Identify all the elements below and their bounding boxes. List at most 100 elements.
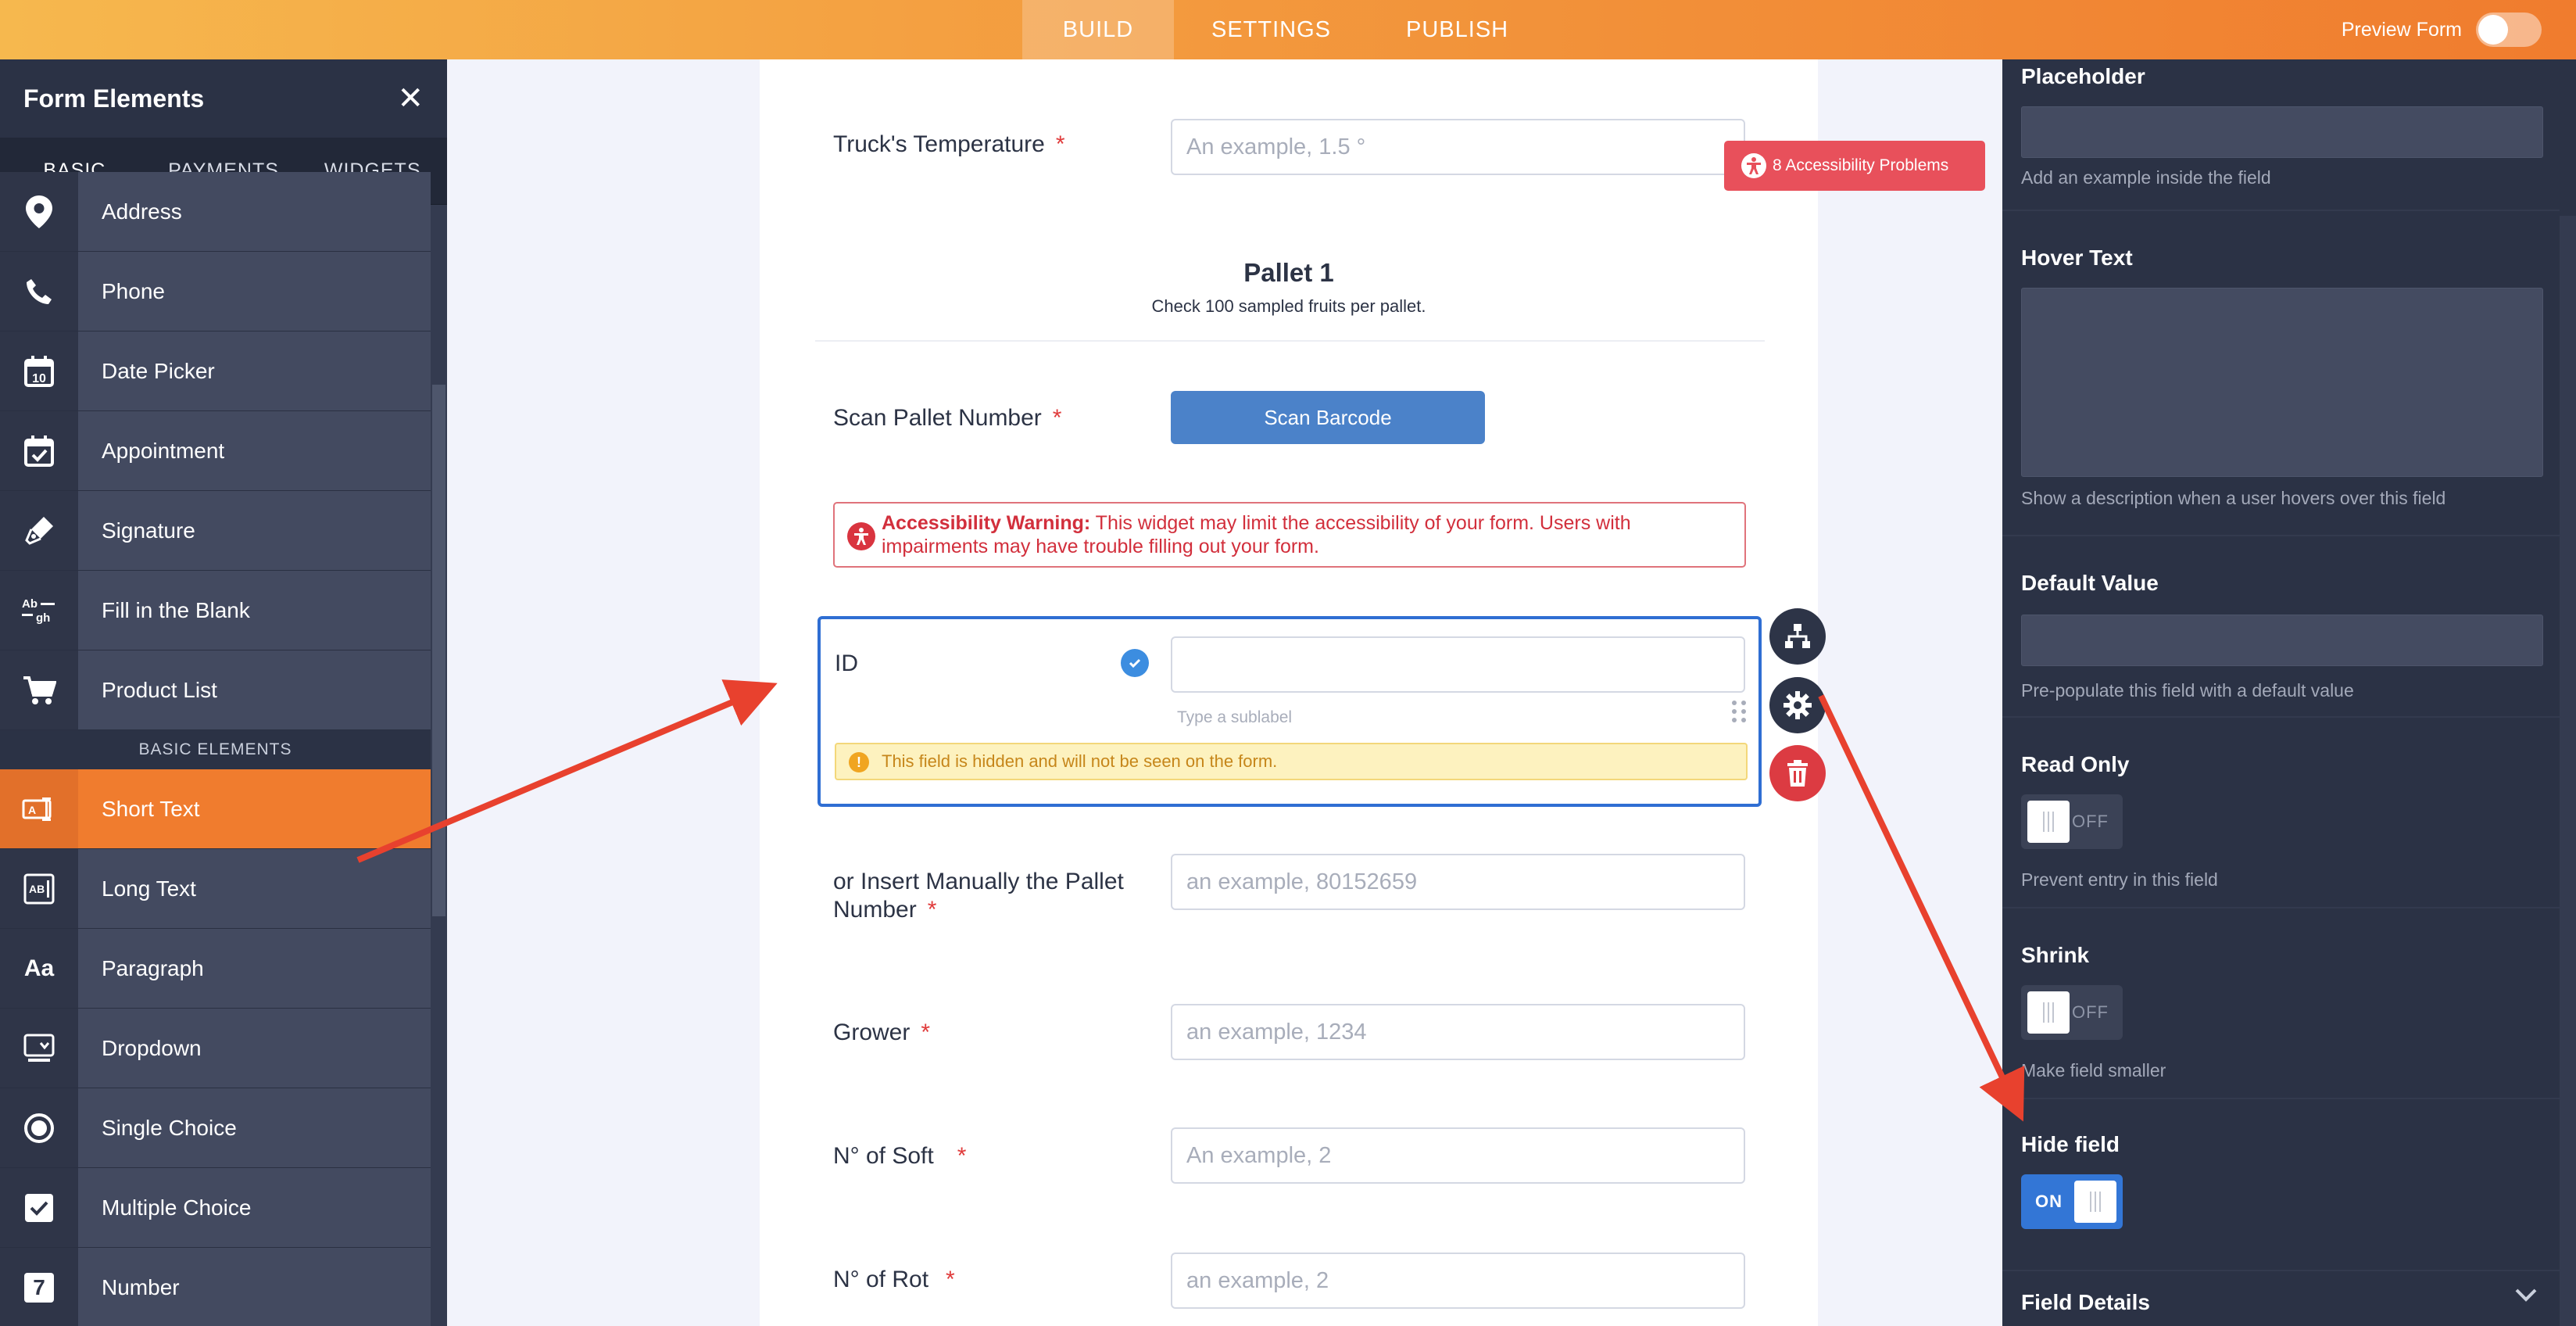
hover-text-input[interactable]	[2021, 288, 2543, 477]
element-label: Fill in the Blank	[102, 597, 250, 622]
default-value-help: Pre-populate this field with a default v…	[2021, 680, 2354, 701]
pallet-subheading: Check 100 sampled fruits per pallet.	[1151, 296, 1426, 316]
element-short-text[interactable]: A Short Text	[0, 769, 431, 849]
tab-build[interactable]: BUILD	[1022, 0, 1174, 59]
arrow-to-hide-field	[1818, 694, 2025, 1122]
paragraph-icon: Aa	[0, 929, 78, 1008]
element-date-picker[interactable]: 10 Date Picker	[0, 332, 431, 411]
gear-icon	[1784, 691, 1812, 719]
element-product-list[interactable]: Product List	[0, 650, 431, 730]
hide-field-toggle[interactable]: ON	[2021, 1174, 2123, 1229]
hover-text-label: Hover Text	[2021, 245, 2133, 270]
radio-icon	[0, 1088, 78, 1167]
accessibility-icon	[1741, 153, 1766, 178]
element-long-text[interactable]: AB Long Text	[0, 849, 431, 929]
sublabel-placeholder[interactable]: Type a sublabel	[1177, 708, 1292, 727]
field-label-soft: N° of Soft *	[833, 1143, 967, 1169]
field-label-insert-manually: or Insert Manually the Pallet Number *	[833, 869, 1124, 923]
placeholder-input[interactable]	[2021, 106, 2543, 158]
element-label: Phone	[102, 278, 165, 303]
hierarchy-icon	[1785, 624, 1810, 648]
phone-icon	[0, 252, 78, 331]
element-label: Date Picker	[102, 358, 215, 383]
element-multiple-choice[interactable]: Multiple Choice	[0, 1168, 431, 1248]
properties-scrollbar[interactable]	[2560, 216, 2576, 1326]
field-label-truck-temp: Truck's Temperature *	[833, 131, 1065, 157]
hide-field-section: Hide field ON	[2002, 1099, 2560, 1271]
accessibility-problems-badge[interactable]: 8 Accessibility Problems	[1724, 141, 1985, 191]
hover-text-help: Show a description when a user hovers ov…	[2021, 488, 2446, 508]
check-icon	[1121, 649, 1149, 677]
elements-list: Address Phone 10 Date Picker Appointment	[0, 172, 431, 1326]
section-basic-elements: BASIC ELEMENTS	[0, 730, 431, 769]
element-label: Paragraph	[102, 955, 204, 980]
field-details-section[interactable]: Field Details	[2002, 1271, 2560, 1326]
accessibility-icon	[847, 522, 875, 550]
grower-input[interactable]: an example, 1234	[1171, 1004, 1745, 1060]
rot-input[interactable]: an example, 2	[1171, 1253, 1745, 1309]
preview-form: Preview Form	[2342, 0, 2542, 59]
field-details-label: Field Details	[2021, 1290, 2150, 1314]
scan-barcode-button[interactable]: Scan Barcode	[1171, 391, 1485, 444]
svg-text:10: 10	[32, 372, 46, 385]
fill-blank-icon: Ab gh	[0, 571, 78, 650]
element-address[interactable]: Address	[0, 172, 431, 252]
element-appointment[interactable]: Appointment	[0, 411, 431, 491]
soft-input[interactable]: An example, 2	[1171, 1127, 1745, 1184]
element-number[interactable]: 7 Number	[0, 1248, 431, 1326]
properties-panel: Placeholder Add an example inside the fi…	[2002, 59, 2576, 1326]
delete-button[interactable]	[1769, 745, 1826, 801]
preview-form-toggle[interactable]	[2476, 13, 2542, 47]
element-dropdown[interactable]: Dropdown	[0, 1009, 431, 1088]
close-icon[interactable]: ✕	[397, 83, 424, 114]
cart-icon	[0, 650, 78, 729]
svg-text:Ab: Ab	[22, 597, 38, 611]
element-label: Appointment	[102, 438, 225, 463]
field-label-id: ID	[835, 650, 858, 676]
element-phone[interactable]: Phone	[0, 252, 431, 332]
divider	[815, 340, 1765, 342]
preview-form-label: Preview Form	[2341, 18, 2462, 41]
pallet-heading: Pallet 1	[1243, 258, 1334, 287]
panel-scrollbar[interactable]	[431, 205, 447, 1326]
conditions-button[interactable]	[1769, 608, 1826, 665]
placeholder-section: Placeholder Add an example inside the fi…	[2002, 59, 2560, 211]
read-only-toggle[interactable]: OFF	[2021, 794, 2123, 849]
dropdown-icon	[0, 1009, 78, 1088]
panel-header: Form Elements ✕	[0, 59, 447, 138]
shrink-toggle[interactable]: OFF	[2021, 985, 2123, 1040]
tab-publish[interactable]: PUBLISH	[1368, 0, 1546, 59]
placeholder-help: Add an example inside the field	[2021, 167, 2271, 188]
element-label: Long Text	[102, 876, 196, 901]
default-value-input[interactable]	[2021, 615, 2543, 666]
pallet-number-input[interactable]: an example, 80152659	[1171, 854, 1745, 910]
drag-handle-icon[interactable]	[1730, 699, 1748, 728]
top-nav: BUILD SETTINGS PUBLISH	[1022, 0, 1546, 59]
svg-text:gh: gh	[36, 611, 50, 625]
form-elements-panel: Form Elements ✕ BASIC PAYMENTS WIDGETS A…	[0, 59, 447, 1326]
accessibility-warning: Accessibility Warning: This widget may l…	[833, 502, 1746, 568]
short-text-icon: A	[0, 769, 78, 848]
calendar-10-icon: 10	[0, 332, 78, 410]
shrink-help: Make field smaller	[2021, 1060, 2166, 1081]
long-text-icon: AB	[0, 849, 78, 928]
read-only-help: Prevent entry in this field	[2021, 869, 2218, 890]
element-single-choice[interactable]: Single Choice	[0, 1088, 431, 1168]
element-fill-blank[interactable]: Ab gh Fill in the Blank	[0, 571, 431, 650]
location-pin-icon	[0, 172, 78, 251]
svg-text:AB: AB	[29, 883, 45, 895]
chevron-down-icon[interactable]	[2514, 1287, 2538, 1306]
element-label: Address	[102, 199, 182, 224]
pen-icon	[0, 491, 78, 570]
field-label-scan: Scan Pallet Number *	[833, 405, 1062, 431]
svg-text:A: A	[28, 804, 36, 816]
element-signature[interactable]: Signature	[0, 491, 431, 571]
id-input[interactable]	[1171, 636, 1745, 693]
read-only-section: Read Only OFF Prevent entry in this fiel…	[2002, 718, 2560, 908]
default-value-section: Default Value Pre-populate this field wi…	[2002, 536, 2560, 718]
properties-button[interactable]	[1769, 677, 1826, 733]
truck-temp-input[interactable]: An example, 1.5 °	[1171, 119, 1745, 175]
selected-field-id[interactable]: ID Type a sublabel ! This field is hidde…	[818, 616, 1762, 807]
element-paragraph[interactable]: Aa Paragraph	[0, 929, 431, 1009]
tab-settings[interactable]: SETTINGS	[1174, 0, 1368, 59]
